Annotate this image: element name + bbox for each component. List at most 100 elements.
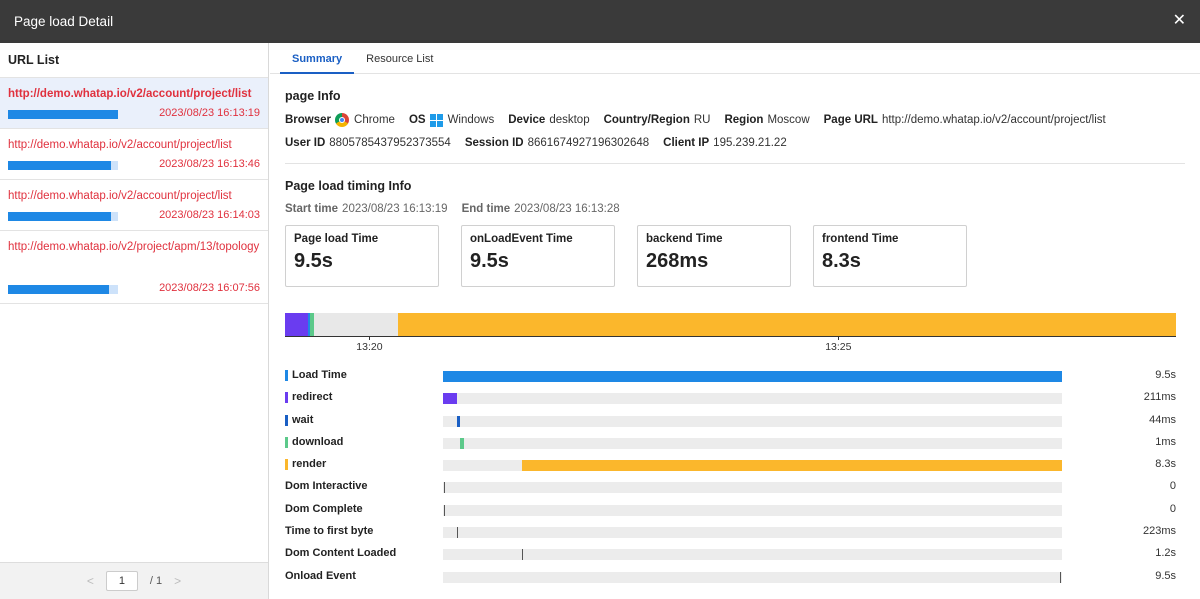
main-panel: Summary Resource List page Info Browser … [270, 43, 1200, 599]
metric-marker-line [444, 504, 446, 516]
window-title: Page load Detail [14, 14, 114, 29]
client-ip-label: Client IP [663, 137, 710, 149]
metric-track [443, 549, 1062, 561]
metric-marker-line [521, 549, 523, 561]
timeline-tick-label: 13:20 [356, 341, 383, 353]
metric-row: Dom Interactive 0 [285, 476, 1176, 498]
metric-label: redirect [292, 391, 333, 404]
metric-row: wait 44ms [285, 410, 1176, 432]
close-icon[interactable]: ✕ [1173, 11, 1186, 31]
page-info-row-1: Browser Chrome OS Windows Device desktop… [285, 113, 1185, 127]
url-list-item[interactable]: http://demo.whatap.io/v2/account/project… [0, 180, 268, 231]
metric-row: Dom Complete 0 [285, 499, 1176, 521]
timeline-tick [838, 336, 840, 340]
card-frontend-time: frontend Time 8.3s [813, 225, 967, 287]
metric-label: Load Time [292, 369, 347, 381]
metric-row: Dom Content Loaded 1.2s [285, 543, 1176, 565]
url-list: http://demo.whatap.io/v2/account/project… [0, 78, 268, 304]
metric-row: Time to first byte 223ms [285, 521, 1176, 543]
url-list-panel: URL List http://demo.whatap.io/v2/accoun… [0, 43, 269, 599]
page-url-value: http://demo.whatap.io/v2/account/project… [881, 114, 1106, 126]
card-value: 9.5s [470, 250, 509, 272]
metric-bar [443, 371, 1062, 382]
next-page-button[interactable]: > [174, 574, 181, 588]
page-input[interactable]: 1 [105, 571, 138, 591]
session-id-value: 8661674927196302648 [527, 137, 650, 149]
url-text: http://demo.whatap.io/v2/account/project… [8, 88, 252, 100]
card-onload-event-time: onLoadEvent Time 9.5s [461, 225, 615, 287]
page-info-row-2: User ID 8805785437952373554 Session ID 8… [285, 137, 1185, 149]
end-time-value: 2023/08/23 16:13:28 [514, 203, 620, 215]
chrome-icon [335, 113, 350, 127]
metric-value: 9.5s [1155, 569, 1176, 582]
url-list-item[interactable]: http://demo.whatap.io/v2/project/apm/13/… [0, 231, 268, 304]
metric-bar [460, 437, 465, 449]
metrics-list: Load Time 9.5s redirect 211ms wait 44ms downlo… [285, 365, 1176, 588]
card-value: 268ms [646, 250, 709, 272]
metric-track [443, 371, 1062, 382]
section-divider [285, 163, 1185, 164]
metric-label: wait [292, 413, 314, 426]
page-url-label: Page URL [823, 114, 878, 126]
url-item-meta: 2023/08/23 16:14:03 [8, 209, 260, 221]
load-progress-bar [8, 285, 118, 294]
start-time-label: Start time [285, 203, 339, 215]
metric-track [443, 393, 1062, 405]
region-value: Moscow [767, 114, 810, 126]
metric-row: download 1ms [285, 432, 1176, 454]
card-value: 9.5s [294, 250, 333, 272]
metric-bar [443, 393, 457, 405]
metric-label: Dom Interactive [285, 480, 368, 493]
url-timestamp: 2023/08/23 16:07:56 [159, 282, 260, 294]
metric-label: Dom Content Loaded [285, 547, 397, 560]
metric-label: Onload Event [285, 569, 356, 582]
url-text: http://demo.whatap.io/v2/project/apm/13/… [8, 241, 260, 253]
titlebar: Page load Detail ✕ [0, 0, 1200, 43]
metric-label: Dom Complete [285, 502, 363, 515]
tab-resource-list[interactable]: Resource List [354, 43, 445, 74]
metric-marker-line [457, 527, 459, 539]
url-timestamp: 2023/08/23 16:13:46 [159, 158, 260, 170]
metric-value: 8.3s [1155, 458, 1176, 471]
metric-bar [456, 415, 461, 427]
tab-summary[interactable]: Summary [280, 43, 355, 74]
load-progress-fill [8, 161, 112, 170]
load-progress-fill [8, 110, 118, 119]
pager: < 1 / 1 > [0, 562, 268, 599]
load-progress-bar [8, 212, 118, 221]
url-list-title: URL List [0, 43, 268, 78]
url-list-item[interactable]: http://demo.whatap.io/v2/account/project… [0, 129, 268, 180]
page-total: / 1 [149, 575, 163, 587]
metric-track [443, 460, 1062, 472]
card-backend-time: backend Time 268ms [637, 225, 791, 287]
prev-page-button[interactable]: < [87, 574, 94, 588]
metric-bar [521, 460, 1062, 472]
timeline-tick [369, 336, 371, 340]
metric-value: 1.2s [1155, 547, 1176, 560]
page-info-title: page Info [285, 89, 341, 103]
browser-label: Browser [285, 114, 332, 126]
metric-track [443, 482, 1062, 494]
metric-value: 0 [1169, 502, 1176, 515]
metric-value: 44ms [1149, 413, 1176, 426]
user-id-value: 8805785437952373554 [329, 137, 451, 149]
metric-track [443, 527, 1062, 539]
url-item-meta: 2023/08/23 16:13:46 [8, 158, 260, 170]
metric-value: 9.5s [1155, 369, 1176, 381]
url-item-meta: 2023/08/23 16:13:19 [8, 107, 260, 119]
timing-cards: Page load Time 9.5s onLoadEvent Time 9.5… [285, 225, 1185, 287]
metric-track [443, 415, 1062, 427]
metric-label: render [292, 458, 327, 471]
url-list-item[interactable]: http://demo.whatap.io/v2/account/project… [0, 78, 268, 129]
metric-label: download [292, 435, 344, 448]
page-info-section: page Info Browser Chrome OS Windows Devi… [270, 89, 1200, 287]
timeline-segment-redirect [285, 313, 309, 336]
timeline-segment-download [310, 313, 315, 336]
url-text: http://demo.whatap.io/v2/account/project… [8, 139, 232, 151]
device-label: Device [508, 114, 546, 126]
timeline-segment-render [397, 313, 1176, 336]
card-page-load-time: Page load Time 9.5s [285, 225, 439, 287]
metric-track [443, 571, 1062, 583]
user-id-label: User ID [285, 137, 326, 149]
session-id-label: Session ID [464, 137, 524, 149]
